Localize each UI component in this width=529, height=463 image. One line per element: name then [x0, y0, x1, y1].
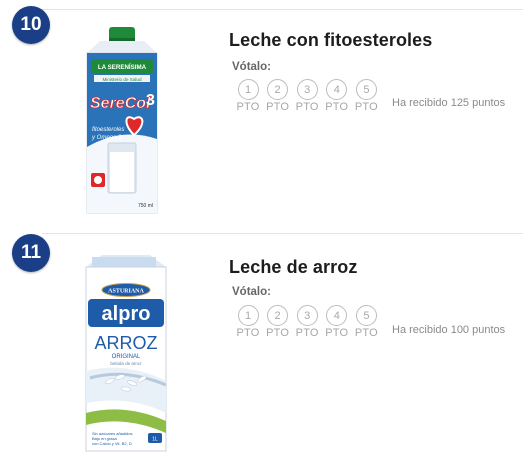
- option-number: 4: [326, 305, 348, 326]
- option-unit: PTO: [354, 327, 378, 339]
- option-number: 1: [237, 305, 259, 326]
- option-unit: PTO: [325, 327, 349, 339]
- divider: [42, 233, 523, 234]
- pack-product-sup: 3: [146, 92, 155, 109]
- pack-product-text: ARROZ: [95, 333, 158, 353]
- option-unit: PTO: [236, 101, 260, 113]
- pack-seal-text: Ministerio de Salud: [102, 77, 142, 82]
- vote-option-5[interactable]: 5 PTO: [353, 305, 379, 339]
- pack-volume-text: 750 ml: [138, 203, 153, 209]
- option-number: 2: [267, 305, 289, 326]
- option-number: 5: [355, 305, 377, 326]
- option-number: 3: [296, 305, 318, 326]
- option-unit: PTO: [295, 327, 319, 339]
- pack-variant-text: ORIGINAL: [112, 354, 141, 360]
- pack-desc-line1: fitoesteroles: [92, 127, 124, 133]
- vote-option-2[interactable]: 2 PTO: [265, 79, 291, 113]
- pack-brand-text: LA SERENÍSIMA: [98, 63, 147, 71]
- rating-options: 1 PTO 2 PTO 3 PTO 4 PTO 5 PTO: [235, 305, 383, 339]
- option-number: 4: [326, 79, 348, 100]
- vote-option-4[interactable]: 4 PTO: [324, 305, 350, 339]
- option-unit: PTO: [266, 327, 290, 339]
- pack-footer3: con Calcio y Vit. B2, D: [92, 441, 132, 446]
- pack-product-text: SereCol: [90, 95, 151, 112]
- product-name: Leche de arroz: [229, 257, 358, 277]
- vote-option-4[interactable]: 4 PTO: [324, 79, 350, 113]
- points-received: Ha recibido 125 puntos: [392, 97, 506, 109]
- option-number: 3: [296, 79, 318, 100]
- vote-option-3[interactable]: 3 PTO: [294, 79, 320, 113]
- product-image-serecol: LA SERENÍSIMA Ministerio de Salud SereCo…: [86, 27, 158, 214]
- vote-option-3[interactable]: 3 PTO: [294, 305, 320, 339]
- product-name: Leche con fitoesteroles: [229, 30, 433, 50]
- pack-badge-text: 1L: [152, 437, 158, 443]
- vote-option-2[interactable]: 2 PTO: [265, 305, 291, 339]
- option-unit: PTO: [325, 101, 349, 113]
- option-unit: PTO: [236, 327, 260, 339]
- vote-option-1[interactable]: 1 PTO: [235, 305, 261, 339]
- pack-tagline-text: bebida de arroz: [110, 361, 142, 366]
- product-image-alpro: ASTURIANA alpro ARROZ ORIGINAL bebida de…: [85, 255, 167, 452]
- vote-label: Vótalo:: [232, 61, 271, 73]
- rating-options: 1 PTO 2 PTO 3 PTO 4 PTO 5 PTO: [235, 79, 383, 113]
- pack-brand-text: alpro: [102, 303, 151, 325]
- rank-badge: 11: [12, 234, 50, 272]
- points-received: Ha recibido 100 puntos: [392, 324, 506, 336]
- option-unit: PTO: [295, 101, 319, 113]
- pack-maker-text: ASTURIANA: [108, 289, 144, 295]
- option-number: 1: [237, 79, 259, 100]
- vote-option-5[interactable]: 5 PTO: [353, 79, 379, 113]
- divider-top: [42, 9, 523, 10]
- option-number: 5: [355, 79, 377, 100]
- vote-option-1[interactable]: 1 PTO: [235, 79, 261, 113]
- rank-badge: 10: [12, 6, 50, 44]
- pack-desc-line2: y Omega 3: [91, 135, 122, 141]
- option-unit: PTO: [266, 101, 290, 113]
- vote-label: Vótalo:: [232, 286, 271, 298]
- option-number: 2: [267, 79, 289, 100]
- option-unit: PTO: [354, 101, 378, 113]
